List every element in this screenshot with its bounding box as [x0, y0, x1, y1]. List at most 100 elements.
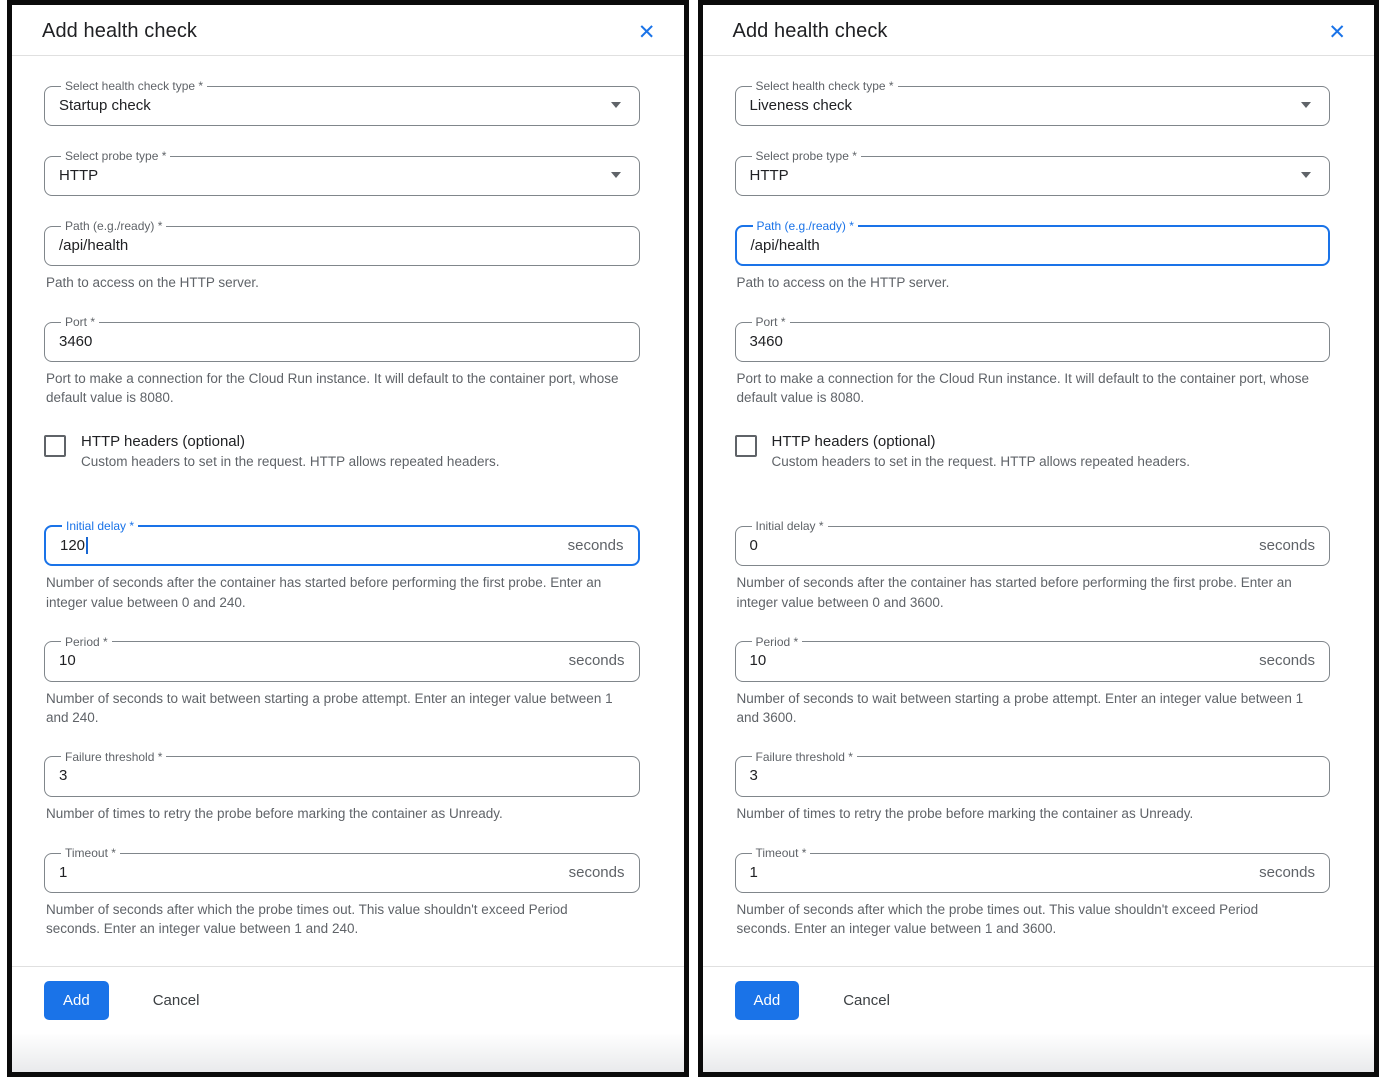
health-check-type-label: Select health check type * [752, 80, 898, 92]
dialog-title: Add health check [42, 20, 197, 43]
dialog-title: Add health check [733, 20, 888, 43]
path-label: Path (e.g./ready) * [753, 220, 858, 232]
http-headers-texts: HTTP headers (optional) Custom headers t… [81, 433, 499, 472]
health-check-type-select[interactable]: Select health check type * Liveness chec… [735, 80, 1331, 126]
cancel-button[interactable]: Cancel [839, 981, 894, 1020]
timeout-label: Timeout * [61, 847, 120, 859]
failure-threshold-label: Failure threshold * [61, 751, 166, 763]
failure-threshold-value: 3 [59, 767, 67, 784]
failure-threshold-field[interactable]: Failure threshold * 3 [735, 751, 1331, 797]
probe-type-value: HTTP [59, 167, 98, 184]
seconds-suffix: seconds [569, 864, 625, 881]
failure-threshold-helper-text: Number of times to retry the probe befor… [737, 804, 1315, 823]
period-helper-text: Number of seconds to wait between starti… [737, 689, 1315, 727]
port-value: 3460 [750, 333, 783, 350]
http-headers-label: HTTP headers (optional) [772, 433, 1190, 450]
initial-delay-field[interactable]: Initial delay * 120 seconds [44, 520, 640, 566]
dialog-header: Add health check ✕ [703, 5, 1375, 55]
path-value: /api/health [59, 237, 128, 254]
path-field[interactable]: Path (e.g./ready) * /api/health [44, 220, 640, 266]
health-check-type-label: Select health check type * [61, 80, 207, 92]
timeout-value: 1 [59, 864, 67, 881]
dialog-footer: Add Cancel [703, 967, 1375, 1034]
health-check-type-value: Startup check [59, 97, 151, 114]
dialog-form: Select health check type * Startup check… [12, 56, 684, 966]
http-headers-helper-text: Custom headers to set in the request. HT… [81, 453, 499, 472]
bottom-fade [12, 1034, 684, 1072]
timeout-value: 1 [750, 864, 758, 881]
seconds-suffix: seconds [1259, 864, 1315, 881]
http-headers-checkbox[interactable] [44, 435, 66, 457]
initial-delay-value: 120 [60, 537, 88, 554]
close-icon[interactable]: ✕ [636, 20, 658, 45]
dropdown-arrow-icon [611, 102, 621, 108]
period-value: 10 [59, 652, 76, 669]
http-headers-label: HTTP headers (optional) [81, 433, 499, 450]
timeout-label: Timeout * [752, 847, 811, 859]
probe-type-select[interactable]: Select probe type * HTTP [44, 150, 640, 196]
health-check-type-select[interactable]: Select health check type * Startup check [44, 80, 640, 126]
path-field[interactable]: Path (e.g./ready) * /api/health [735, 220, 1331, 266]
dialog-form: Select health check type * Liveness chec… [703, 56, 1375, 966]
path-helper-text: Path to access on the HTTP server. [737, 273, 1315, 292]
seconds-suffix: seconds [1259, 652, 1315, 669]
timeout-field[interactable]: Timeout * 1 seconds [44, 847, 640, 893]
port-helper-text: Port to make a connection for the Cloud … [46, 369, 624, 407]
probe-type-value: HTTP [750, 167, 789, 184]
dropdown-arrow-icon [1301, 172, 1311, 178]
timeout-helper-text: Number of seconds after which the probe … [737, 900, 1315, 938]
seconds-suffix: seconds [1259, 537, 1315, 554]
port-value: 3460 [59, 333, 92, 350]
seconds-suffix: seconds [568, 537, 624, 554]
failure-threshold-label: Failure threshold * [752, 751, 857, 763]
failure-threshold-field[interactable]: Failure threshold * 3 [44, 751, 640, 797]
initial-delay-label: Initial delay * [62, 520, 138, 532]
side-by-side-screenshots: Add health check ✕ Select health check t… [0, 0, 1386, 1077]
port-label: Port * [752, 316, 790, 328]
port-helper-text: Port to make a connection for the Cloud … [737, 369, 1315, 407]
failure-threshold-value: 3 [750, 767, 758, 784]
probe-type-select[interactable]: Select probe type * HTTP [735, 150, 1331, 196]
add-health-check-dialog-startup: Add health check ✕ Select health check t… [7, 0, 689, 1077]
period-value: 10 [750, 652, 767, 669]
period-helper-text: Number of seconds to wait between starti… [46, 689, 624, 727]
port-field[interactable]: Port * 3460 [735, 316, 1331, 362]
timeout-field[interactable]: Timeout * 1 seconds [735, 847, 1331, 893]
timeout-helper-text: Number of seconds after which the probe … [46, 900, 624, 938]
initial-delay-value: 0 [750, 537, 758, 554]
http-headers-row: HTTP headers (optional) Custom headers t… [735, 433, 1331, 472]
dialog-header: Add health check ✕ [12, 5, 684, 55]
path-value: /api/health [751, 237, 820, 254]
period-label: Period * [61, 636, 112, 648]
text-cursor [86, 537, 88, 554]
dropdown-arrow-icon [1301, 102, 1311, 108]
seconds-suffix: seconds [569, 652, 625, 669]
period-field[interactable]: Period * 10 seconds [44, 636, 640, 682]
path-helper-text: Path to access on the HTTP server. [46, 273, 624, 292]
http-headers-texts: HTTP headers (optional) Custom headers t… [772, 433, 1190, 472]
initial-delay-helper-text: Number of seconds after the container ha… [46, 573, 624, 611]
add-button[interactable]: Add [735, 981, 800, 1020]
dropdown-arrow-icon [611, 172, 621, 178]
period-field[interactable]: Period * 10 seconds [735, 636, 1331, 682]
initial-delay-label: Initial delay * [752, 520, 828, 532]
period-label: Period * [752, 636, 803, 648]
path-label: Path (e.g./ready) * [61, 220, 166, 232]
port-label: Port * [61, 316, 99, 328]
port-field[interactable]: Port * 3460 [44, 316, 640, 362]
initial-delay-field[interactable]: Initial delay * 0 seconds [735, 520, 1331, 566]
probe-type-label: Select probe type * [752, 150, 861, 162]
probe-type-label: Select probe type * [61, 150, 170, 162]
http-headers-helper-text: Custom headers to set in the request. HT… [772, 453, 1190, 472]
add-button[interactable]: Add [44, 981, 109, 1020]
cancel-button[interactable]: Cancel [149, 981, 204, 1020]
add-health-check-dialog-liveness: Add health check ✕ Select health check t… [698, 0, 1380, 1077]
health-check-type-value: Liveness check [750, 97, 853, 114]
close-icon[interactable]: ✕ [1326, 20, 1348, 45]
bottom-fade [703, 1034, 1375, 1072]
dialog-footer: Add Cancel [12, 967, 684, 1034]
failure-threshold-helper-text: Number of times to retry the probe befor… [46, 804, 624, 823]
initial-delay-helper-text: Number of seconds after the container ha… [737, 573, 1315, 611]
http-headers-checkbox[interactable] [735, 435, 757, 457]
http-headers-row: HTTP headers (optional) Custom headers t… [44, 433, 640, 472]
